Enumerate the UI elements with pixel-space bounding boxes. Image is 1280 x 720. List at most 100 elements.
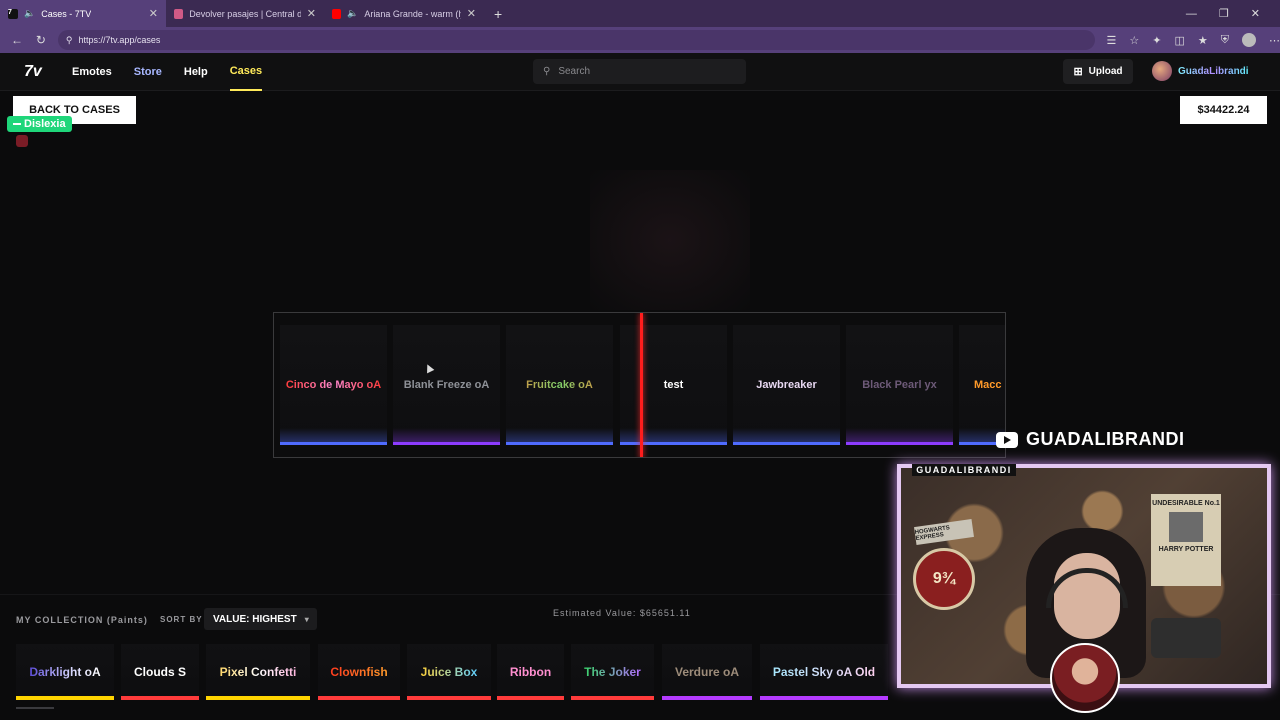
extensions-icon[interactable]: ✦ xyxy=(1152,34,1161,47)
translate-icon[interactable]: ☰ xyxy=(1107,34,1117,47)
favorite-star-icon[interactable]: ☆ xyxy=(1129,34,1139,47)
new-tab-icon[interactable]: + xyxy=(494,6,502,22)
reel-item-glow xyxy=(620,428,727,442)
app-header: 7v Emotes Store Help Cases ⚲ Search ⊞ Up… xyxy=(0,53,1280,91)
reel-item-label: Macc xyxy=(974,379,1002,391)
platform-sign: 9¾ xyxy=(913,548,975,610)
reel-item-bar xyxy=(393,442,500,445)
reel-item: Blank Freeze oA xyxy=(393,325,500,445)
paint-card[interactable]: Clouds S xyxy=(121,644,199,700)
nav-emotes[interactable]: Emotes xyxy=(72,53,112,91)
browser-toolbar: ☰ ☆ ✦ ◫ ★ ⛨ ⋯ xyxy=(1107,33,1280,47)
paint-card[interactable]: Clownfish xyxy=(318,644,400,700)
tab-cases[interactable]: 7 🔈 Cases - 7TV ✕ xyxy=(0,0,166,27)
more-menu-icon[interactable]: ⋯ xyxy=(1269,34,1280,47)
paint-card[interactable]: Ribbon xyxy=(497,644,564,700)
collection-title: MY COLLECTION (Paints) xyxy=(16,615,148,625)
profile-avatar[interactable] xyxy=(1242,33,1256,47)
close-window-icon[interactable]: ✕ xyxy=(1251,7,1260,20)
site-info-icon[interactable]: ⚲ xyxy=(66,35,73,46)
tab-title: Ariana Grande - warm (lyric v xyxy=(364,8,461,19)
restore-icon[interactable]: ❐ xyxy=(1219,7,1229,20)
username: GuadaLibrandi xyxy=(1178,65,1249,77)
reel-item-label: Black Pearl yx xyxy=(862,379,937,391)
user-menu[interactable]: GuadaLibrandi xyxy=(1152,61,1249,81)
nav-cases[interactable]: Cases xyxy=(229,53,263,91)
7tv-logo[interactable]: 7v xyxy=(24,63,50,81)
reel-item: test xyxy=(620,325,727,445)
tab-title: Cases - 7TV xyxy=(41,8,92,19)
favorites-icon[interactable]: ★ xyxy=(1198,34,1208,47)
paint-card[interactable]: Darklight oA xyxy=(16,644,114,700)
paint-card[interactable]: Pixel Confetti xyxy=(206,644,310,700)
minimize-icon[interactable]: — xyxy=(1186,8,1197,20)
close-tab-icon[interactable]: ✕ xyxy=(149,7,158,20)
reel-item-glow xyxy=(506,428,613,442)
back-arrow-icon[interactable]: ← xyxy=(10,33,24,47)
paint-bar xyxy=(571,696,654,700)
paint-card[interactable]: Pastel Sky oA Old xyxy=(760,644,888,700)
cam-label: GUADALIBRANDI xyxy=(912,464,1016,476)
address-bar-row: ← ↻ ⚲ https://7tv.app/cases ☰ ☆ ✦ ◫ ★ ⛨ … xyxy=(0,27,1280,53)
close-tab-icon[interactable]: ✕ xyxy=(307,7,316,20)
paint-card[interactable]: The Joker xyxy=(571,644,654,700)
url-text: https://7tv.app/cases xyxy=(78,35,161,45)
tab-devolver[interactable]: Devolver pasajes | Central de Pasa ✕ xyxy=(166,0,324,27)
paint-label: Clouds S xyxy=(133,665,186,679)
paint-label: Verdure oA xyxy=(674,665,740,679)
paint-label: Clownfish xyxy=(330,665,388,679)
reel-item-bar xyxy=(733,442,840,445)
reel-item: Macc xyxy=(959,325,1005,445)
estimated-value: Estimated Value: $65651.11 xyxy=(553,608,691,618)
shield-icon[interactable]: ⛨ xyxy=(1221,34,1229,47)
upload-button[interactable]: ⊞ Upload xyxy=(1063,59,1133,84)
case-glow xyxy=(590,170,750,310)
reel-item: Fruitcake oA xyxy=(506,325,613,445)
reel-item-glow xyxy=(280,428,387,442)
youtube-channel-overlay: GUADALIBRANDI xyxy=(996,429,1185,450)
browser-tab-bar: 7 🔈 Cases - 7TV ✕ Devolver pasajes | Cen… xyxy=(0,0,1280,27)
paint-label: The Joker xyxy=(584,665,641,679)
url-field[interactable]: ⚲ https://7tv.app/cases xyxy=(57,30,1095,50)
search-input[interactable]: ⚲ Search xyxy=(533,59,746,84)
youtube-favicon-icon xyxy=(332,8,342,19)
close-tab-icon[interactable]: ✕ xyxy=(467,7,476,20)
scroll-indicator[interactable] xyxy=(16,707,54,709)
poster-photo xyxy=(1169,512,1203,543)
paint-bar xyxy=(206,696,310,700)
nav-help[interactable]: Help xyxy=(184,53,208,91)
speaker-icon: 🔈 xyxy=(347,8,359,18)
microphone-icon xyxy=(1151,618,1221,658)
paint-card[interactable]: Verdure oA xyxy=(662,644,752,700)
paint-label: Darklight oA xyxy=(29,665,101,679)
user-badge: Dislexia xyxy=(7,116,72,132)
window-controls: — ❐ ✕ xyxy=(1186,0,1280,27)
refresh-icon[interactable]: ↻ xyxy=(34,33,48,47)
reel-item-label: Cinco de Mayo oA xyxy=(285,379,382,391)
reel-item-label: Jawbreaker xyxy=(756,379,817,391)
paint-label: Pixel Confetti xyxy=(219,665,297,679)
7tv-favicon-icon: 7 xyxy=(8,8,18,19)
chevron-down-icon: ▾ xyxy=(304,614,309,624)
nav-store[interactable]: Store xyxy=(134,53,162,91)
youtube-icon xyxy=(996,431,1018,448)
badge-label: Dislexia xyxy=(24,118,66,130)
paint-label: Juice Box xyxy=(420,665,478,679)
reel-item-label: Blank Freeze oA xyxy=(403,379,490,391)
reel-item-bar xyxy=(846,442,953,445)
sort-value: VALUE: HIGHEST xyxy=(213,613,297,625)
paint-bar xyxy=(121,696,199,700)
poster-title: UNDESIRABLE No.1 xyxy=(1152,500,1220,507)
wanted-poster: UNDESIRABLE No.1 HARRY POTTER xyxy=(1151,494,1221,586)
tab-youtube[interactable]: 🔈 Ariana Grande - warm (lyric v ✕ xyxy=(324,0,484,27)
upload-label: Upload xyxy=(1088,66,1123,77)
reel-item-label: Fruitcake oA xyxy=(526,379,593,391)
reel-item-glow xyxy=(846,428,953,442)
reel-pointer xyxy=(640,313,643,457)
upload-icon: ⊞ xyxy=(1073,66,1083,78)
paint-card[interactable]: Juice Box xyxy=(407,644,491,700)
sort-select[interactable]: VALUE: HIGHEST ▾ xyxy=(204,608,317,630)
paint-bar xyxy=(318,696,400,700)
split-screen-icon[interactable]: ◫ xyxy=(1174,34,1184,47)
search-icon: ⚲ xyxy=(543,66,551,77)
